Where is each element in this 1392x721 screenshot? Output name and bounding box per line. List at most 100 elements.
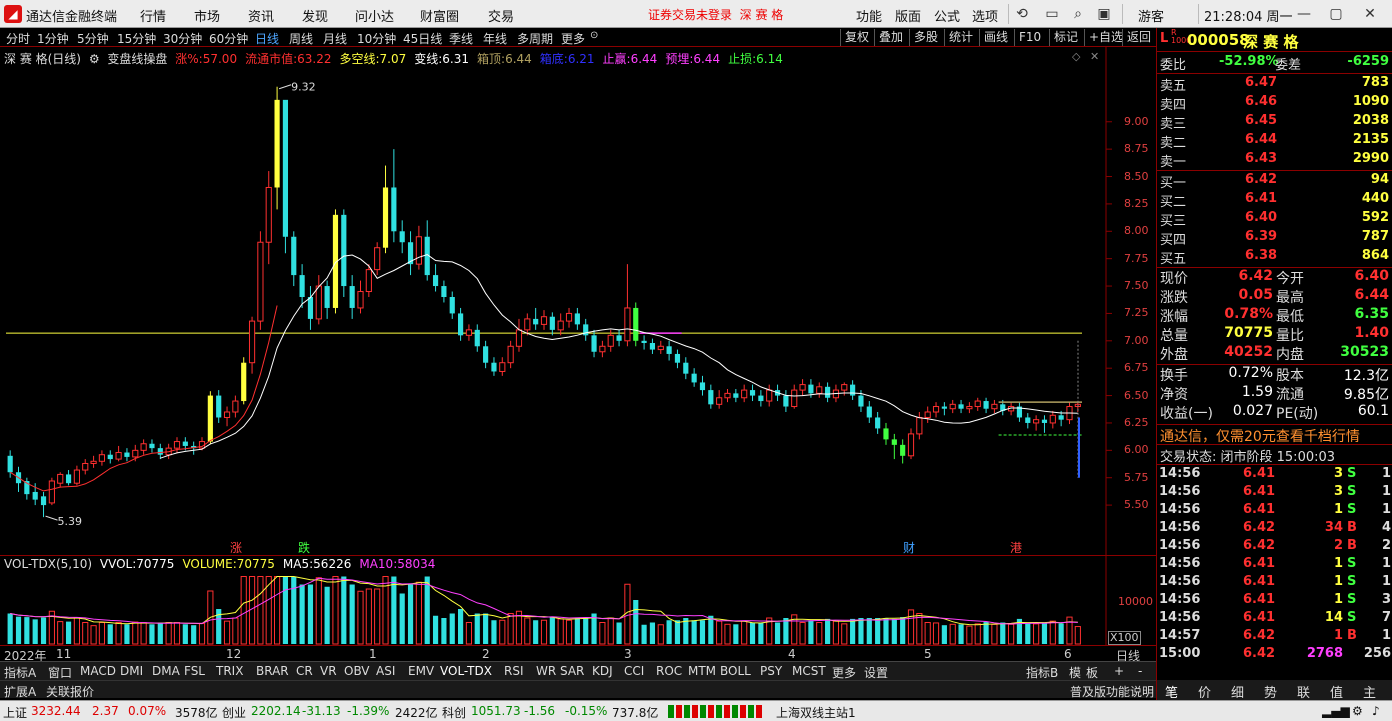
vol-indicator-name[interactable]: VOL-TDX(5,10) bbox=[4, 557, 92, 571]
event-marker[interactable]: 港 bbox=[1010, 541, 1022, 555]
period-45day[interactable]: 45日线 bbox=[403, 30, 442, 47]
f10-button[interactable]: F10 bbox=[1014, 29, 1041, 46]
period-more[interactable]: 更多 bbox=[561, 30, 585, 47]
period-multi[interactable]: 多周期 bbox=[517, 30, 553, 47]
tick-row[interactable]: 14:56 6.41 3 S 1 bbox=[1157, 483, 1392, 501]
indicator-tab-10[interactable]: OBV bbox=[344, 664, 370, 678]
huaxian-button[interactable]: 画线 bbox=[979, 29, 1008, 46]
period-15min[interactable]: 15分钟 bbox=[117, 30, 156, 47]
gear-icon[interactable]: ⚙ bbox=[89, 52, 100, 66]
menu-hangqing[interactable]: 行情 bbox=[140, 6, 166, 25]
kline-chart[interactable]: 9.32 5.39 涨 跌 财 港 bbox=[0, 47, 1156, 555]
indicator-right-3[interactable]: + bbox=[1114, 664, 1124, 678]
indicator-tab-20[interactable]: MTM bbox=[688, 664, 716, 678]
quote-tab-2[interactable]: 细 bbox=[1231, 682, 1244, 701]
chat-icon[interactable]: ▣ bbox=[1094, 4, 1114, 24]
ad-banner[interactable]: 通达信，仅需20元查看千档行情 bbox=[1160, 426, 1360, 446]
menu-shichang[interactable]: 市场 bbox=[194, 6, 220, 25]
quote-tab-4[interactable]: 联 bbox=[1297, 682, 1310, 701]
indicator-tab-8[interactable]: CR bbox=[296, 664, 313, 678]
period-week[interactable]: 周线 bbox=[289, 30, 313, 47]
indicator-tab-13[interactable]: VOL-TDX bbox=[440, 664, 492, 678]
menu-banmian[interactable]: 版面 bbox=[895, 6, 921, 25]
ext-tab-related[interactable]: 关联报价 bbox=[46, 683, 94, 700]
quote-tab-1[interactable]: 价 bbox=[1198, 682, 1211, 701]
event-marker[interactable]: 财 bbox=[903, 541, 915, 555]
tick-row[interactable]: 15:00 6.42 2768 256 bbox=[1157, 645, 1392, 663]
indicator-tab-21[interactable]: BOLL bbox=[720, 664, 751, 678]
tick-row[interactable]: 14:56 6.41 3 S 1 bbox=[1157, 465, 1392, 483]
menu-wenxiaoda[interactable]: 问小达 bbox=[355, 6, 394, 25]
close-small-icon[interactable]: ✕ bbox=[1090, 50, 1099, 63]
quote-tab-3[interactable]: 势 bbox=[1264, 682, 1277, 701]
indicator-tab-12[interactable]: EMV bbox=[408, 664, 434, 678]
indicator-right-4[interactable]: - bbox=[1138, 664, 1142, 678]
indicator-tab-1[interactable]: 窗口 bbox=[48, 664, 72, 681]
close-icon[interactable]: ✕ bbox=[1360, 4, 1380, 24]
tick-row[interactable]: 14:56 6.42 2 B 2 bbox=[1157, 537, 1392, 555]
search-icon[interactable]: ⌕ bbox=[1068, 4, 1088, 24]
period-30min[interactable]: 30分钟 bbox=[163, 30, 202, 47]
menu-faxian[interactable]: 发现 bbox=[302, 6, 328, 25]
ext-tab-a[interactable]: 扩展A bbox=[4, 683, 36, 700]
menu-caifuquan[interactable]: 财富圈 bbox=[420, 6, 459, 25]
tick-row[interactable]: 14:56 6.42 34 B 4 bbox=[1157, 519, 1392, 537]
tongji-button[interactable]: 统计 bbox=[944, 29, 973, 46]
indicator-tab-5[interactable]: FSL bbox=[184, 664, 205, 678]
menu-gongneng[interactable]: 功能 bbox=[856, 6, 882, 25]
period-60min[interactable]: 60分钟 bbox=[209, 30, 248, 47]
bell-icon[interactable]: ♪ bbox=[1372, 704, 1380, 718]
quote-tab-0[interactable]: 笔 bbox=[1165, 682, 1178, 701]
chevron-down-icon[interactable]: ⊙ bbox=[590, 30, 598, 41]
indicator-tab-16[interactable]: SAR bbox=[560, 664, 584, 678]
user-label[interactable]: 游客 bbox=[1138, 6, 1164, 25]
menu-zixun[interactable]: 资讯 bbox=[248, 6, 274, 25]
event-marker[interactable]: 涨 bbox=[230, 540, 242, 555]
indicator-tab-11[interactable]: ASI bbox=[376, 664, 395, 678]
monitor-icon[interactable]: ▭ bbox=[1042, 4, 1062, 24]
period-10min[interactable]: 10分钟 bbox=[357, 30, 396, 47]
period-month[interactable]: 月线 bbox=[323, 30, 347, 47]
indicator-tab-0[interactable]: 指标A bbox=[4, 664, 36, 681]
indicator-tab-9[interactable]: VR bbox=[320, 664, 337, 678]
tick-row[interactable]: 14:56 6.41 1 S 1 bbox=[1157, 501, 1392, 519]
indicator-right-0[interactable]: 指标B bbox=[1026, 664, 1058, 681]
tick-row[interactable]: 14:56 6.41 1 S 3 bbox=[1157, 591, 1392, 609]
index-sh-label[interactable]: 上证 bbox=[3, 704, 27, 721]
index-cy-label[interactable]: 创业 bbox=[222, 704, 246, 721]
tick-row[interactable]: 14:56 6.41 1 S 1 bbox=[1157, 555, 1392, 573]
event-marker[interactable]: 跌 bbox=[298, 540, 310, 555]
diamond-icon[interactable]: ◇ bbox=[1072, 50, 1080, 63]
tick-row[interactable]: 14:57 6.42 1 B 1 bbox=[1157, 627, 1392, 645]
indicator-right-2[interactable]: 板 bbox=[1086, 664, 1098, 681]
period-1min[interactable]: 1分钟 bbox=[37, 30, 69, 47]
maximize-icon[interactable]: ▢ bbox=[1326, 4, 1346, 24]
add-watchlist-button[interactable]: +自选 bbox=[1084, 29, 1123, 46]
menu-gongshi[interactable]: 公式 bbox=[934, 6, 960, 25]
index-kc-label[interactable]: 科创 bbox=[442, 704, 466, 721]
menu-xuanxiang[interactable]: 选项 bbox=[972, 6, 998, 25]
back-button[interactable]: 返回 bbox=[1122, 29, 1151, 46]
period-year[interactable]: 年线 bbox=[483, 30, 507, 47]
fuquan-button[interactable]: 复权 bbox=[840, 29, 869, 46]
minimize-icon[interactable]: — bbox=[1294, 4, 1314, 24]
help-link[interactable]: 普及版功能说明 bbox=[1070, 683, 1154, 700]
biaoji-button[interactable]: 标记 bbox=[1049, 29, 1078, 46]
settings-icon[interactable]: ⚙ bbox=[1352, 704, 1363, 718]
indicator-tab-6[interactable]: TRIX bbox=[216, 664, 243, 678]
server-label[interactable]: 上海双线主站1 bbox=[776, 704, 856, 721]
indicator-tab-15[interactable]: WR bbox=[536, 664, 556, 678]
indicator-tab-2[interactable]: MACD bbox=[80, 664, 116, 678]
period-quarter[interactable]: 季线 bbox=[449, 30, 473, 47]
period-fenshi[interactable]: 分时 bbox=[6, 30, 30, 47]
indicator-tab-3[interactable]: DMI bbox=[120, 664, 143, 678]
refresh-icon[interactable]: ⟲ bbox=[1012, 4, 1032, 24]
quote-tab-6[interactable]: 主 bbox=[1363, 682, 1376, 701]
indicator-tab-4[interactable]: DMA bbox=[152, 664, 180, 678]
menu-jiaoyi[interactable]: 交易 bbox=[488, 6, 514, 25]
indicator-tab-19[interactable]: ROC bbox=[656, 664, 682, 678]
indicator-tab-14[interactable]: RSI bbox=[504, 664, 524, 678]
indicator-tab-22[interactable]: PSY bbox=[760, 664, 782, 678]
diejia-button[interactable]: 叠加 bbox=[874, 29, 903, 46]
tick-row[interactable]: 14:56 6.41 14 S 7 bbox=[1157, 609, 1392, 627]
